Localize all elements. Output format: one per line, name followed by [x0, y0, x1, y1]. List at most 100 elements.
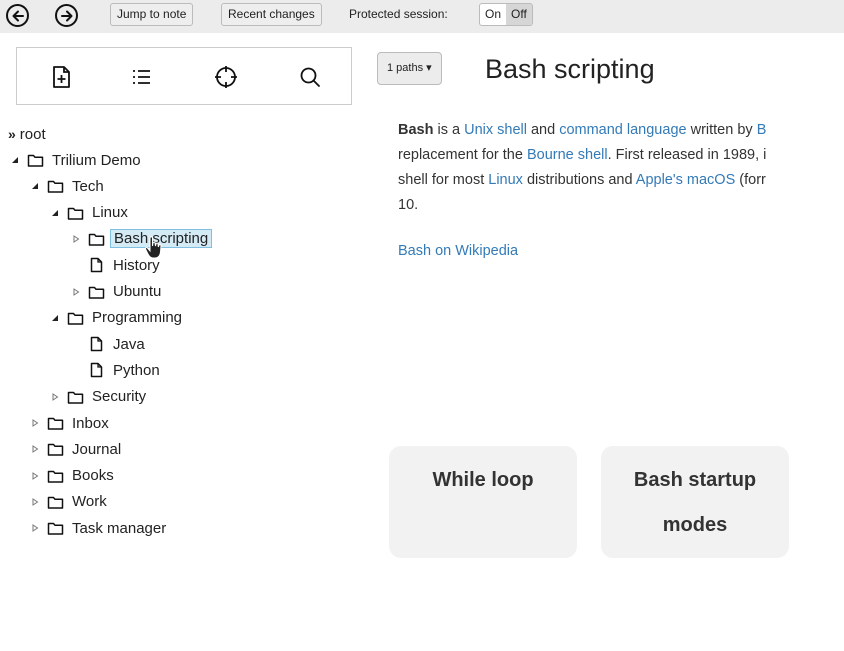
text: is a — [433, 122, 465, 138]
content-line: 10. — [398, 197, 419, 213]
folder-icon — [88, 231, 105, 247]
note-icon — [88, 257, 105, 273]
arrow-left-icon — [12, 10, 24, 21]
bold-text: Bash — [398, 122, 434, 138]
tree-item-label: Trilium Demo — [52, 151, 141, 169]
collapsed-triangle-icon[interactable] — [30, 523, 40, 533]
forward-button[interactable] — [55, 4, 78, 27]
tree-root[interactable]: » root — [8, 122, 46, 146]
text: . First released in 1989, i — [607, 147, 767, 163]
list-icon — [133, 70, 150, 84]
folder-icon — [88, 284, 105, 300]
collapsed-triangle-icon[interactable] — [30, 418, 40, 428]
tree-item[interactable]: Linux — [50, 201, 131, 225]
arrow-right-icon — [60, 10, 72, 21]
tree-item[interactable]: Journal — [30, 437, 124, 461]
scroll-to-active-button[interactable] — [211, 62, 241, 92]
top-toolbar: Jump to note Recent changes Protected se… — [0, 0, 844, 33]
protected-session-label: Protected session: — [349, 7, 448, 21]
tree-item[interactable]: Task manager — [30, 516, 169, 540]
create-note-button[interactable] — [46, 62, 76, 92]
expanded-triangle-icon[interactable] — [50, 208, 60, 218]
content-line: Bash is a Unix shell and command languag… — [398, 118, 844, 143]
link-unix-shell[interactable]: Unix shell — [464, 122, 527, 138]
child-note-card-while-loop[interactable]: While loop — [389, 446, 577, 558]
expanded-triangle-icon[interactable] — [50, 313, 60, 323]
tree-item[interactable]: Inbox — [30, 411, 112, 435]
tree-item[interactable]: Books — [30, 464, 117, 488]
folder-icon — [47, 468, 64, 484]
crosshair-icon — [215, 66, 237, 88]
text: (forr — [735, 172, 766, 188]
tree-item-label: Python — [113, 361, 160, 379]
tree-item-label: Programming — [92, 309, 183, 327]
note-title: Bash scripting — [485, 54, 655, 84]
folder-icon — [27, 152, 44, 168]
tree-item[interactable]: Ubuntu — [71, 280, 164, 304]
folder-icon — [67, 205, 84, 221]
folder-icon — [47, 441, 64, 457]
collapsed-triangle-icon[interactable] — [50, 392, 60, 402]
folder-icon — [67, 310, 84, 326]
tree-item[interactable]: Programming — [50, 306, 185, 330]
text: replacement for the — [398, 147, 527, 163]
expanded-triangle-icon[interactable] — [30, 181, 40, 191]
double-chevron-icon: » — [8, 126, 16, 142]
tree-item-label: Linux — [92, 204, 128, 222]
collapsed-triangle-icon[interactable] — [71, 287, 81, 297]
tree-item-label: Security — [92, 388, 147, 406]
tree-item-label: Journal — [72, 440, 122, 458]
link-linux[interactable]: Linux — [488, 172, 523, 188]
link-author[interactable]: B — [757, 122, 767, 138]
link-bourne-shell[interactable]: Bourne shell — [527, 147, 608, 163]
note-icon — [88, 336, 105, 352]
text: distributions and — [522, 172, 636, 188]
collapse-tree-button[interactable] — [126, 62, 156, 92]
tree-toolbar — [16, 47, 352, 105]
paths-dropdown-button[interactable]: 1 paths ▾ — [377, 52, 442, 85]
collapsed-triangle-icon[interactable] — [30, 444, 40, 454]
collapsed-triangle-icon[interactable] — [71, 234, 81, 244]
wikipedia-link[interactable]: Bash on Wikipedia — [398, 243, 518, 259]
paths-button-label: 1 paths — [387, 62, 424, 74]
tree-item-label: Tech — [72, 177, 104, 195]
tree-item-label: Task manager — [72, 519, 167, 537]
folder-icon — [47, 494, 64, 510]
folder-icon — [47, 520, 64, 536]
link-apple-macos[interactable]: Apple's macOS — [636, 172, 735, 188]
search-icon — [300, 67, 320, 87]
folder-icon — [47, 415, 64, 431]
collapsed-triangle-icon[interactable] — [30, 471, 40, 481]
tree-item[interactable]: Trilium Demo — [10, 148, 144, 172]
expanded-triangle-icon[interactable] — [10, 155, 20, 165]
protected-session-toggle: On Off — [479, 3, 533, 26]
protected-on-button[interactable]: On — [480, 4, 506, 25]
collapsed-triangle-icon[interactable] — [30, 497, 40, 507]
hand-cursor-icon — [144, 236, 162, 259]
back-button[interactable] — [6, 4, 29, 27]
text: shell for most — [398, 172, 489, 188]
tree-item[interactable]: Bash scripting — [71, 227, 213, 251]
note-content: Bash is a Unix shell and command languag… — [398, 118, 844, 218]
tree-item-label: Java — [113, 335, 145, 353]
tree-item[interactable]: Tech — [30, 174, 107, 198]
content-line: shell for most Linux distributions and A… — [398, 168, 844, 193]
tree-item-label: Work — [72, 493, 107, 511]
tree-item[interactable]: Security — [50, 385, 149, 409]
link-command-language[interactable]: command language — [559, 122, 686, 138]
child-note-card-bash-startup-modes[interactable]: Bash startup modes — [601, 446, 789, 558]
folder-icon — [67, 389, 84, 405]
create-note-icon — [53, 66, 70, 88]
tree-item[interactable]: Python — [71, 358, 163, 382]
caret-down-icon: ▾ — [426, 62, 432, 74]
search-button[interactable] — [295, 62, 325, 92]
tree-item[interactable]: Java — [71, 332, 148, 356]
tree-item-label: Inbox — [72, 414, 109, 432]
protected-off-button[interactable]: Off — [506, 4, 532, 25]
recent-changes-button[interactable]: Recent changes — [221, 3, 322, 26]
tree-item[interactable]: Work — [30, 490, 110, 514]
tree-item-label: root — [19, 125, 46, 143]
jump-to-note-button[interactable]: Jump to note — [110, 3, 194, 26]
